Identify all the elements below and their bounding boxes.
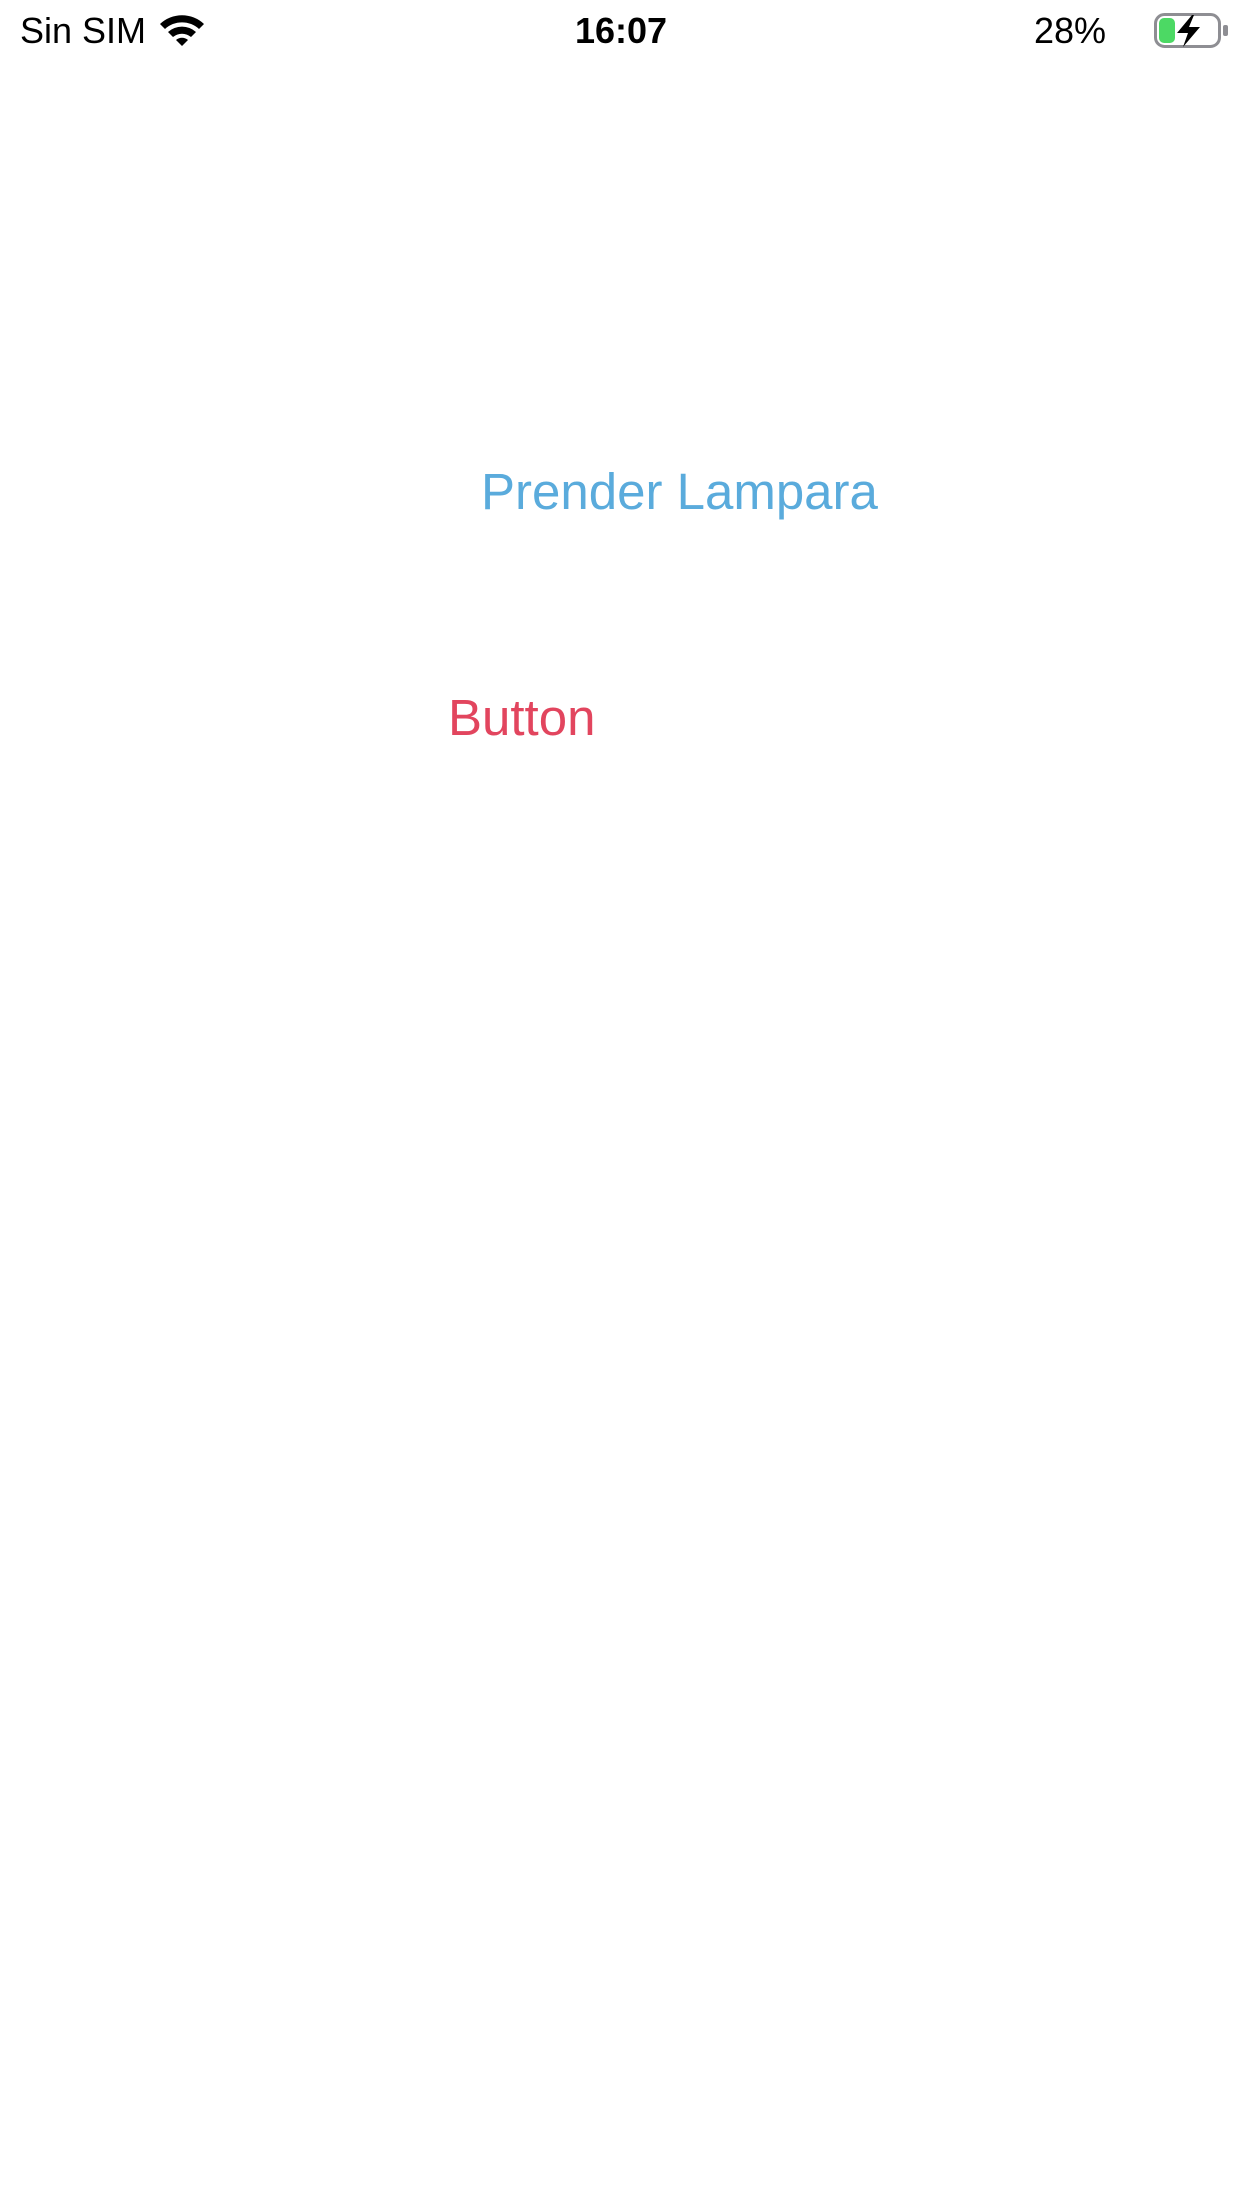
- battery-level-fill: [1159, 18, 1175, 43]
- status-bar: Sin SIM 16:07 28%: [0, 0, 1242, 62]
- battery-percent: 28%: [1033, 10, 1106, 51]
- generic-button[interactable]: Button: [448, 688, 595, 748]
- battery-charging-icon: [1154, 13, 1228, 48]
- prender-lampara-button[interactable]: Prender Lampara: [481, 462, 878, 522]
